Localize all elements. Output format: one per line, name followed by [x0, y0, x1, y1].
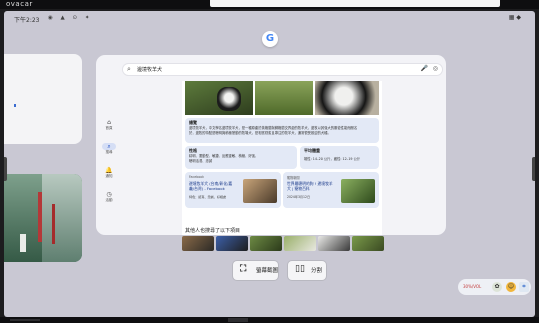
nav-label: 首頁 — [105, 126, 113, 130]
home-icon: ⌂ — [107, 119, 111, 126]
related-thumbnail[interactable] — [284, 236, 316, 251]
related-thumbnail[interactable] — [216, 236, 248, 251]
weight-title: 平均體重 — [304, 148, 320, 153]
result-snippet: 2024年3月12日 — [287, 195, 311, 199]
left-edge-handle[interactable] — [4, 157, 7, 181]
nav-item-activity[interactable]: ◷ 活動 — [102, 191, 116, 203]
result-thumbnail — [243, 179, 277, 203]
status-bar: 下午2:23 ◉ ▲ ⊙ ✦ ▦ ◆ — [4, 11, 535, 25]
screenshot-label: 螢幕截圖 — [256, 268, 279, 274]
related-thumbnail[interactable] — [250, 236, 282, 251]
monitor-bottom-bezel — [0, 317, 539, 323]
status-icons: ◉ ▲ ⊙ ✦ — [48, 15, 93, 21]
result-source: 寵物新聞 — [287, 176, 300, 180]
bezel-detail — [10, 319, 40, 321]
bell-icon: 🔔 — [105, 167, 113, 174]
character-text-line: 聰明活潑、忠誠 — [189, 159, 213, 163]
search-results: 總覽 邊境牧羊犬，中文學名邊境牧羊犬，是一種原產於英格蘭與蘇格蘭交界處的牧羊犬，… — [182, 81, 382, 231]
nav-label: 搜尋 — [105, 150, 113, 154]
dog-face — [217, 87, 241, 111]
nav-item-search[interactable]: ⌕ 搜尋 — [102, 143, 116, 155]
right-edge-handle[interactable] — [532, 157, 535, 181]
brand-logo: ovacar — [6, 0, 33, 8]
tray-capture-icon[interactable]: ⌗ — [519, 282, 529, 292]
search-query[interactable]: 邊境牧羊犬 — [137, 66, 162, 73]
nav-item-home[interactable]: ⌂ 首頁 — [102, 119, 116, 131]
history-icon: ◷ — [106, 191, 112, 198]
overview-text-line: 於，邊牧的特點是聰明與積極發動的牧場犬，是相當勤奮且專注的牧羊犬，通常很受歡迎的… — [189, 131, 331, 135]
search-icon: ⌕ — [127, 65, 131, 73]
tray-emoji-icon[interactable]: ☺ — [506, 282, 516, 292]
weight-text: 雄性: 14–20 公斤，雌性: 12–19 公斤 — [304, 157, 361, 161]
bezel-port — [228, 318, 248, 322]
nav-item-notifications[interactable]: 🔔 通知 — [102, 167, 116, 179]
mic-icon[interactable]: 🎤 — [421, 65, 428, 72]
related-thumbnail[interactable] — [352, 236, 384, 251]
recent-app-card-left-bottom[interactable] — [4, 174, 82, 262]
search-bar[interactable]: ⌕ 邊境牧羊犬 🎤 ◎ — [123, 64, 442, 75]
related-thumbnail[interactable] — [182, 236, 214, 251]
people-also-search: 其他人也搜尋了以下項目 — [182, 227, 388, 257]
split-label: 分割 — [311, 268, 323, 274]
result-image-dog-3[interactable] — [315, 81, 379, 115]
google-app-icon[interactable]: G — [262, 31, 278, 47]
facebook-result-card[interactable]: Facebook 邊境牧羊犬 (台南/彰化/嘉義/台灣) - Facebook … — [185, 172, 281, 208]
photo-region — [42, 174, 82, 262]
weight-panel: 平均體重 雄性: 14–20 公斤，雌性: 12–19 公斤 — [300, 146, 379, 169]
status-right-icons: ▦ ◆ — [508, 14, 521, 21]
overview-panel: 總覽 邊境牧羊犬，中文學名邊境牧羊犬，是一種原產於英格蘭與蘇格蘭交界處的牧羊犬，… — [185, 118, 379, 143]
clock-text: 下午2:23 — [14, 17, 40, 24]
recent-app-card-left-top[interactable] — [4, 54, 82, 144]
tray-app-icon[interactable]: ✿ — [492, 282, 502, 292]
volume-indicator[interactable]: 30%/VOL — [463, 284, 481, 289]
result-source: Facebook — [189, 175, 204, 179]
lens-icon[interactable]: ◎ — [433, 65, 438, 72]
split-icon: ▯▯ — [295, 264, 305, 274]
photo-detail — [20, 234, 26, 252]
character-panel: 性格 精明、運動型、敏捷、反應靈敏、積極、好強、 聰明活潑、忠誠 — [185, 146, 297, 169]
result-snippet: 特色：認真、忠誠、好相處 — [189, 195, 227, 199]
quick-tray: 30%/VOL ✿ ☺ ⌗ — [458, 279, 531, 295]
google-app-window[interactable]: ⌕ 邊境牧羊犬 🎤 ◎ ⌂ 首頁 ⌕ 搜尋 🔔 通知 ◷ 活動 總覽 邊境牧羊犬… — [96, 55, 446, 235]
card-accent — [14, 104, 16, 107]
result-title[interactable]: 邊境牧羊犬 (台南/彰化/嘉義/台灣) - Facebook — [189, 181, 237, 191]
screenshot-button[interactable]: ⛶ 螢幕截圖 — [233, 261, 278, 280]
news-result-card[interactable]: 寵物新聞 世界最聰明的狗 ! 邊境牧羊犬 | 寵物百科 2024年3月12日 — [283, 172, 379, 208]
top-light-strip — [210, 0, 500, 7]
screen: 下午2:23 ◉ ▲ ⊙ ✦ ▦ ◆ G ⌕ 邊境牧羊犬 🎤 ◎ ⌂ 首頁 ⌕ — [4, 11, 535, 317]
monitor-top-bezel: ovacar — [0, 0, 539, 9]
photo-detail — [52, 204, 55, 244]
split-button[interactable]: ▯▯ 分割 — [288, 261, 326, 280]
screenshot-icon: ⛶ — [240, 264, 247, 274]
result-title[interactable]: 世界最聰明的狗 ! 邊境牧羊犬 | 寵物百科 — [287, 181, 335, 191]
search-nav-icon: ⌕ — [102, 143, 116, 150]
related-thumbnail[interactable] — [318, 236, 350, 251]
result-image-dog-2[interactable] — [255, 81, 313, 115]
also-search-title: 其他人也搜尋了以下項目 — [185, 228, 241, 234]
nav-label: 通知 — [105, 174, 113, 178]
nav-label: 活動 — [105, 198, 113, 202]
photo-detail — [38, 192, 42, 242]
result-thumbnail — [341, 179, 375, 203]
